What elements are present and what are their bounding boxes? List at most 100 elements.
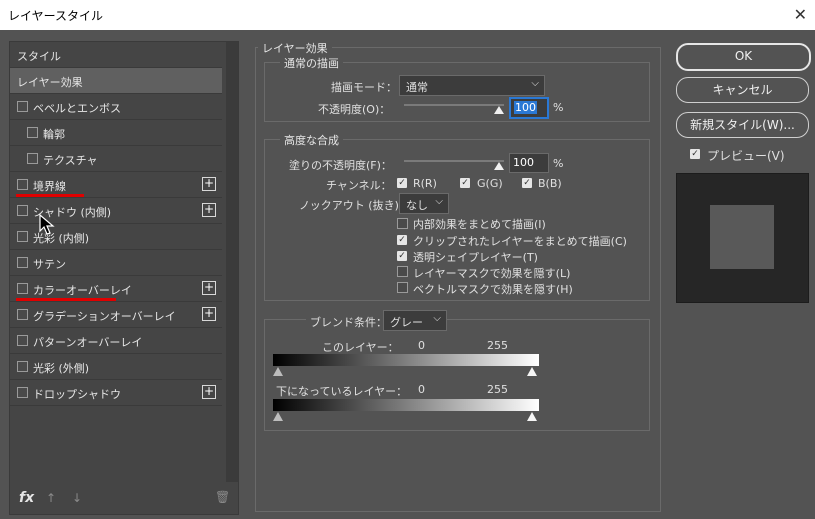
texture-checkbox[interactable] [27, 153, 38, 164]
gradient-overlay-checkbox[interactable] [17, 309, 28, 320]
fill-opacity-slider-track[interactable] [404, 160, 504, 162]
underlying-layer-white-thumb[interactable] [527, 412, 537, 421]
list-item-bevel-emboss[interactable]: ベベルとエンボス [10, 94, 222, 120]
color-overlay-add-icon[interactable]: + [202, 281, 216, 295]
fill-opacity-input[interactable]: 100 [509, 153, 549, 173]
inner-glow-checkbox[interactable] [17, 231, 28, 242]
chevron-down-icon: ⌵ [433, 313, 441, 324]
styles-scrollbar[interactable] [226, 42, 238, 482]
new-style-button[interactable]: 新規スタイル(W)... [676, 112, 809, 138]
this-layer-label: このレイヤー： [322, 341, 399, 354]
this-layer-min: 0 [418, 339, 425, 352]
contour-checkbox[interactable] [27, 127, 38, 138]
vector-mask-hides-label: ベクトルマスクで効果を隠す(H) [413, 283, 573, 296]
fill-opacity-slider-thumb[interactable] [494, 162, 504, 170]
blend-if-select[interactable]: グレー ⌵ [383, 310, 447, 331]
channel-b-label: B(B) [538, 177, 562, 190]
fx-icon[interactable]: fx [19, 490, 34, 506]
underlying-layer-gradient [273, 399, 539, 411]
move-down-icon[interactable]: ↓ [72, 491, 82, 505]
channel-g-label: G(G) [477, 177, 503, 190]
window-title: レイヤースタイル [8, 9, 104, 23]
underlying-layer-label: 下になっているレイヤー： [276, 385, 408, 398]
drop-shadow-checkbox[interactable] [17, 387, 28, 398]
blend-if-group [264, 319, 650, 431]
transparency-shapes-checkbox[interactable]: ✓ [397, 251, 407, 261]
underlying-layer-black-thumb[interactable] [273, 412, 283, 421]
satin-checkbox[interactable] [17, 257, 28, 268]
blend-clipped-label: クリップされたレイヤーをまとめて描画(C) [413, 235, 627, 248]
blend-mode-select[interactable]: 通常 ⌵ [399, 75, 545, 96]
bevel-emboss-label: ベベルとエンボス [33, 102, 121, 115]
opacity-value: 100 [514, 101, 537, 114]
list-item-drop-shadow[interactable]: ドロップシャドウ + [10, 380, 222, 406]
drop-shadow-add-icon[interactable]: + [202, 385, 216, 399]
stroke-label: 境界線 [33, 180, 66, 193]
this-layer-black-thumb[interactable] [273, 367, 283, 376]
stroke-checkbox[interactable] [17, 179, 28, 190]
outer-glow-label: 光彩 (外側) [33, 362, 90, 375]
color-overlay-label: カラーオーバーレイ [33, 284, 132, 297]
channel-r-checkbox[interactable]: ✓ [397, 178, 407, 188]
gradient-overlay-label: グラデーションオーバーレイ [33, 310, 176, 323]
close-icon[interactable]: ✕ [794, 5, 807, 24]
inner-shadow-add-icon[interactable]: + [202, 203, 216, 217]
inner-shadow-checkbox[interactable] [17, 205, 28, 216]
underlying-layer-max: 255 [487, 383, 508, 396]
list-item-pattern-overlay[interactable]: パターンオーバーレイ [10, 328, 222, 354]
list-item-contour[interactable]: 輪郭 [10, 120, 222, 146]
preview-swatch [710, 205, 774, 269]
normal-blend-title: 通常の描画 [280, 55, 343, 71]
fill-opacity-value: 100 [513, 156, 534, 169]
pattern-overlay-checkbox[interactable] [17, 335, 28, 346]
blend-interior-checkbox[interactable] [397, 218, 408, 229]
underlying-layer-min: 0 [418, 383, 425, 396]
preview-checkbox[interactable]: ✓ [690, 149, 700, 159]
this-layer-max: 255 [487, 339, 508, 352]
layer-mask-hides-label: レイヤーマスクで効果を隠す(L) [413, 267, 571, 280]
this-layer-white-thumb[interactable] [527, 367, 537, 376]
pattern-overlay-label: パターンオーバーレイ [33, 336, 143, 349]
list-item-texture[interactable]: テクスチャ [10, 146, 222, 172]
styles-header[interactable]: スタイル [10, 42, 222, 68]
list-item-gradient-overlay[interactable]: グラデーションオーバーレイ + [10, 302, 222, 328]
vector-mask-hides-checkbox[interactable] [397, 282, 408, 293]
layer-effects-title: レイヤー効果 [258, 40, 332, 56]
knockout-value: なし [406, 199, 428, 212]
gradient-overlay-add-icon[interactable]: + [202, 307, 216, 321]
channels-label: チャンネル： [326, 179, 392, 192]
opacity-label: 不透明度(O)： [318, 103, 391, 116]
blend-mode-value: 通常 [406, 81, 428, 94]
red-underline-stroke [16, 194, 84, 197]
this-layer-gradient [273, 354, 539, 366]
transparency-shapes-label: 透明シェイプレイヤー(T) [413, 251, 538, 264]
layer-mask-hides-checkbox[interactable] [397, 266, 408, 277]
fill-opacity-label: 塗りの不透明度(F)： [289, 159, 392, 172]
chevron-down-icon: ⌵ [435, 196, 443, 207]
blend-clipped-checkbox[interactable]: ✓ [397, 235, 407, 245]
channel-g-checkbox[interactable]: ✓ [460, 178, 470, 188]
fill-opacity-unit: % [553, 157, 564, 170]
channel-b-checkbox[interactable]: ✓ [522, 178, 532, 188]
blend-mode-label: 描画モード： [331, 81, 397, 94]
outer-glow-checkbox[interactable] [17, 361, 28, 372]
bevel-emboss-checkbox[interactable] [17, 101, 28, 112]
stroke-add-icon[interactable]: + [202, 177, 216, 191]
preview-label: プレビュー(V) [707, 149, 785, 163]
chevron-down-icon: ⌵ [531, 78, 539, 89]
list-item-outer-glow[interactable]: 光彩 (外側) [10, 354, 222, 380]
cancel-button[interactable]: キャンセル [676, 77, 809, 103]
texture-label: テクスチャ [43, 154, 98, 167]
opacity-input[interactable]: 100 [509, 97, 549, 119]
ok-button[interactable]: OK [676, 43, 811, 71]
list-item-satin[interactable]: サテン [10, 250, 222, 276]
opacity-slider-track[interactable] [404, 104, 504, 106]
color-overlay-checkbox[interactable] [17, 283, 28, 294]
list-item-layer-effects[interactable]: レイヤー効果 [10, 68, 222, 94]
move-up-icon[interactable]: ↑ [46, 491, 56, 505]
knockout-select[interactable]: なし ⌵ [399, 193, 449, 214]
layer-effects-label: レイヤー効果 [17, 76, 83, 89]
opacity-slider-thumb[interactable] [494, 106, 504, 114]
trash-icon[interactable]: 🗑 [215, 490, 230, 504]
blend-if-label: ブレンド条件： [306, 314, 391, 330]
